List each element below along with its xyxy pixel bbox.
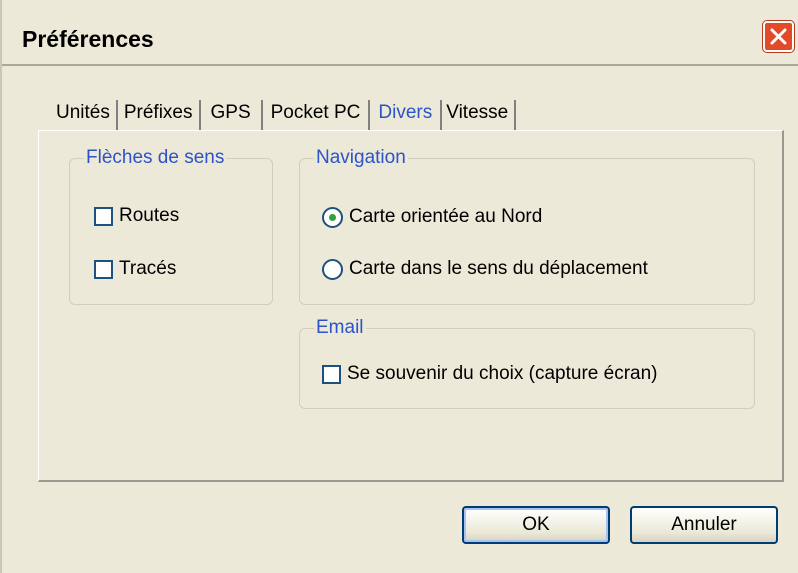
radio-selected-dot	[329, 213, 336, 221]
dialog-title: Préférences	[22, 26, 154, 52]
ok-button[interactable]: OK	[462, 506, 610, 544]
tab-prefixes[interactable]: Préfixes	[118, 100, 201, 130]
deplacement-radio[interactable]	[322, 258, 343, 280]
routes-checkbox[interactable]	[94, 206, 113, 226]
nord-label: Carte orientée au Nord	[349, 206, 543, 227]
navigation-legend: Navigation	[316, 147, 406, 168]
tab-pocket-pc[interactable]: Pocket PC	[263, 100, 371, 130]
deplacement-label: Carte dans le sens du déplacement	[349, 258, 648, 279]
tab-panel-divers: Flèches de sens Routes Tracés Navigation…	[38, 130, 784, 482]
tab-strip: Unités Préfixes GPS Pocket PC Divers Vit…	[50, 100, 517, 130]
remember-checkbox-row[interactable]: Se souvenir du choix (capture écran)	[322, 363, 658, 385]
tab-unites[interactable]: Unités	[50, 100, 118, 130]
remember-label: Se souvenir du choix (capture écran)	[347, 363, 658, 384]
cancel-button[interactable]: Annuler	[630, 506, 778, 544]
fleches-legend: Flèches de sens	[86, 147, 225, 168]
routes-checkbox-row[interactable]: Routes	[94, 205, 179, 227]
traces-checkbox-row[interactable]: Tracés	[94, 258, 176, 280]
close-icon	[770, 28, 787, 45]
tab-gps[interactable]: GPS	[201, 100, 263, 130]
tab-vitesse[interactable]: Vitesse	[442, 100, 517, 130]
traces-label: Tracés	[119, 258, 177, 279]
preferences-dialog: Préférences Unités Préfixes GPS Pocket P…	[0, 0, 798, 573]
nord-radio[interactable]	[322, 206, 343, 228]
nord-radio-row[interactable]: Carte orientée au Nord	[322, 206, 542, 228]
deplacement-radio-row[interactable]: Carte dans le sens du déplacement	[322, 258, 648, 280]
remember-checkbox[interactable]	[322, 364, 341, 384]
traces-checkbox[interactable]	[94, 259, 113, 279]
tab-divers[interactable]: Divers	[370, 100, 443, 130]
close-button[interactable]	[763, 21, 794, 52]
email-legend: Email	[316, 317, 364, 338]
title-bar[interactable]: Préférences	[2, 0, 798, 66]
routes-label: Routes	[119, 205, 180, 226]
